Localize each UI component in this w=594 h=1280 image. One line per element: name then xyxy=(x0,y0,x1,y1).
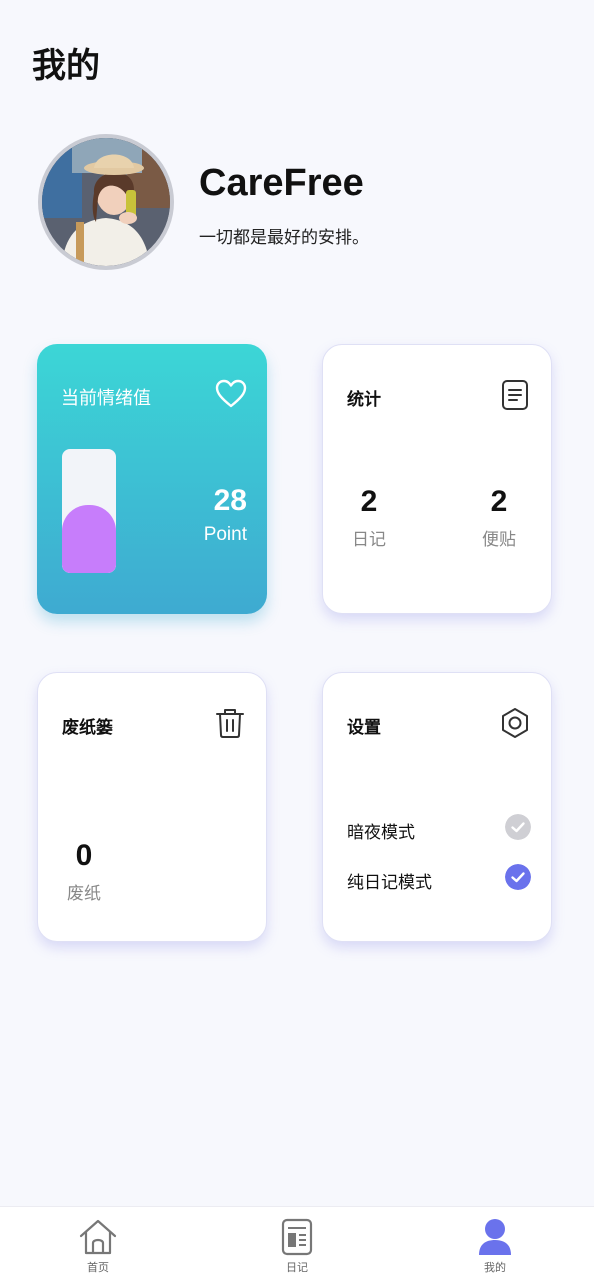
settings-card[interactable]: 设置 暗夜模式 纯日记模式 xyxy=(322,672,552,942)
trash-card[interactable]: 废纸篓 0 废纸 xyxy=(37,672,267,942)
profile-page: 我的 CareFree 一切都是最好的安排。 当前情绪值 28 Point 统计… xyxy=(0,0,594,1280)
checkbox-diary-only-mode[interactable] xyxy=(505,864,531,890)
stat-trash: 0 废纸 xyxy=(49,839,119,904)
setting-diary-only-mode[interactable]: 纯日记模式 xyxy=(347,864,531,893)
motto: 一切都是最好的安排。 xyxy=(199,228,369,248)
nav-label-diary: 日记 xyxy=(286,1261,308,1274)
page-title: 我的 xyxy=(32,46,100,86)
setting-diary-only-label: 纯日记模式 xyxy=(347,873,432,893)
setting-dark-mode[interactable]: 暗夜模式 xyxy=(347,814,531,843)
document-icon[interactable] xyxy=(499,379,531,411)
stat-trash-label: 废纸 xyxy=(67,884,101,904)
avatar-photo xyxy=(42,138,170,266)
username: CareFree xyxy=(199,162,364,204)
mood-card-title: 当前情绪值 xyxy=(61,388,151,409)
mood-value: 28 xyxy=(213,484,247,517)
stats-card[interactable]: 统计 2 日记 2 便贴 xyxy=(322,344,552,614)
trash-card-title: 废纸篓 xyxy=(62,718,113,738)
nav-item-diary[interactable]: 日记 xyxy=(257,1217,337,1277)
settings-hexagon-icon[interactable] xyxy=(499,707,531,739)
setting-dark-mode-label: 暗夜模式 xyxy=(347,823,415,843)
home-icon xyxy=(79,1219,117,1255)
stat-notes: 2 便贴 xyxy=(464,485,534,550)
bottom-nav: 首页 日记 我的 xyxy=(0,1206,594,1280)
diary-icon xyxy=(281,1218,313,1256)
trash-icon[interactable] xyxy=(214,707,246,739)
stat-diary: 2 日记 xyxy=(334,485,404,550)
mood-level-bar xyxy=(62,449,116,573)
stats-card-title: 统计 xyxy=(347,390,381,410)
avatar[interactable] xyxy=(38,134,174,270)
mood-card[interactable]: 当前情绪值 28 Point xyxy=(37,344,267,614)
stat-notes-count: 2 xyxy=(490,485,508,518)
nav-label-home: 首页 xyxy=(87,1261,109,1274)
mood-unit: Point xyxy=(203,524,247,545)
stat-notes-label: 便贴 xyxy=(482,530,516,550)
stat-diary-count: 2 xyxy=(360,485,378,518)
mood-level-fill xyxy=(62,504,116,573)
nav-item-me[interactable]: 我的 xyxy=(455,1217,535,1277)
heart-icon[interactable] xyxy=(215,378,247,410)
nav-item-home[interactable]: 首页 xyxy=(58,1217,138,1277)
checkbox-dark-mode[interactable] xyxy=(505,814,531,840)
settings-card-title: 设置 xyxy=(347,718,381,738)
user-icon xyxy=(479,1219,511,1255)
stat-diary-label: 日记 xyxy=(352,530,386,550)
stat-trash-count: 0 xyxy=(75,839,93,872)
nav-label-me: 我的 xyxy=(484,1261,506,1274)
